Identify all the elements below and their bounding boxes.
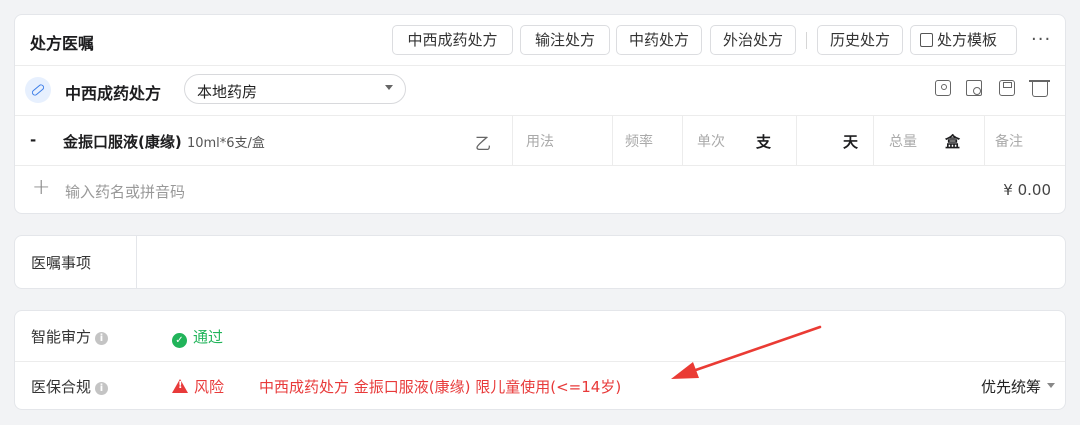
pharmacy-select-value: 本地药房 <box>197 83 258 101</box>
advice-label: 医嘱事项 <box>31 254 92 272</box>
advice-input[interactable] <box>139 236 1065 288</box>
smart-audit-status-text: 通过 <box>193 328 224 346</box>
smart-audit-row: 智能审方 i ✓ 通过 <box>15 311 1065 362</box>
warning-icon <box>172 379 188 393</box>
single-dose-field[interactable]: 单次 <box>697 131 725 151</box>
panel-icon[interactable] <box>935 80 951 96</box>
save-icon[interactable] <box>999 80 1015 96</box>
total-field[interactable]: 总量 <box>889 131 917 151</box>
info-icon[interactable]: i <box>95 332 109 345</box>
info-icon[interactable]: i <box>95 382 109 395</box>
tab-western-chinese-patent[interactable]: 中西成药处方 <box>392 25 513 55</box>
tab-chinese-herbal[interactable]: 中药处方 <box>616 25 702 55</box>
drug-name: 金振口服液(康缘) 10ml*6支/盒 <box>63 131 265 152</box>
drug-spec: 10ml*6支/盒 <box>186 136 265 151</box>
plus-icon[interactable]: + <box>32 175 50 200</box>
prescription-card: 处方医嘱 中西成药处方 输注处方 中药处方 外治处方 历史处方 处方模板 ···… <box>14 14 1066 214</box>
insurance-compliance-row: 医保合规i 风险 中西成药处方 金振口服液(康缘) 限儿童使用(<=14岁) 优… <box>15 361 1065 411</box>
tab-template[interactable]: 处方模板 <box>910 25 1017 55</box>
drug-search-input[interactable]: 输入药名或拼音码 <box>65 181 185 202</box>
total-price: ¥ 0.00 <box>1003 181 1051 199</box>
check-circle-icon: ✓ <box>172 333 187 348</box>
insurance-label: 医保合规 i <box>31 376 109 397</box>
add-drug-row: + 输入药名或拼音码 ¥ 0.00 <box>15 165 1065 215</box>
note-field[interactable]: 备注 <box>995 131 1023 151</box>
insurance-label-text: 医保合规 <box>31 378 92 396</box>
chevron-down-icon <box>385 85 393 90</box>
tab-external[interactable]: 外治处方 <box>710 25 796 55</box>
pill-icon <box>25 77 51 103</box>
tab-infusion[interactable]: 输注处方 <box>520 25 610 55</box>
pharmacy-select[interactable]: 本地药房 <box>184 74 406 104</box>
prescription-type-title: 中西成药处方 <box>65 84 162 103</box>
trash-icon[interactable] <box>1029 80 1050 97</box>
document-search-icon[interactable] <box>966 80 982 96</box>
smart-audit-status: ✓ 通过 <box>172 326 223 348</box>
advice-card: 医嘱事项 <box>14 235 1066 289</box>
tab-history[interactable]: 历史处方 <box>817 25 903 55</box>
prescription-header: 处方医嘱 中西成药处方 输注处方 中药处方 外治处方 历史处方 处方模板 ··· <box>15 15 1065 66</box>
tab-divider <box>806 32 807 49</box>
drug-row: - 金振口服液(康缘) 10ml*6支/盒 乙 用法 频率 单次 支 天 总量 … <box>15 115 1065 166</box>
days-unit: 天 <box>843 133 859 151</box>
audit-card: 智能审方i ✓通过 医保合规i 风险 中西成药处方 金振口服液(康缘) 限儿童使… <box>14 310 1066 410</box>
prescription-title: 处方医嘱 <box>30 34 95 53</box>
tab-template-label: 处方模板 <box>937 31 998 49</box>
smart-audit-label-text: 智能审方 <box>31 328 92 346</box>
template-icon <box>920 33 933 47</box>
chevron-down-icon <box>1047 383 1055 388</box>
drug-name-text: 金振口服液(康缘) <box>63 133 182 151</box>
insurance-status-text: 风险 <box>194 378 225 396</box>
single-dose-unit: 支 <box>756 133 772 151</box>
insurance-class: 乙 <box>475 134 492 153</box>
total-unit: 盒 <box>945 133 961 151</box>
frequency-field[interactable]: 频率 <box>625 131 653 151</box>
row-collapse-dash[interactable]: - <box>30 131 36 149</box>
prescription-subheader: 中西成药处方 本地药房 <box>15 65 1065 116</box>
insurance-status: 风险 <box>172 376 224 397</box>
usage-field[interactable]: 用法 <box>526 131 554 151</box>
smart-audit-label: 智能审方 i <box>31 326 109 347</box>
priority-select[interactable]: 优先统筹 <box>981 376 1041 397</box>
insurance-risk-message: 中西成药处方 金振口服液(康缘) 限儿童使用(<=14岁) <box>259 378 622 396</box>
more-options-icon[interactable]: ··· <box>1031 29 1051 50</box>
